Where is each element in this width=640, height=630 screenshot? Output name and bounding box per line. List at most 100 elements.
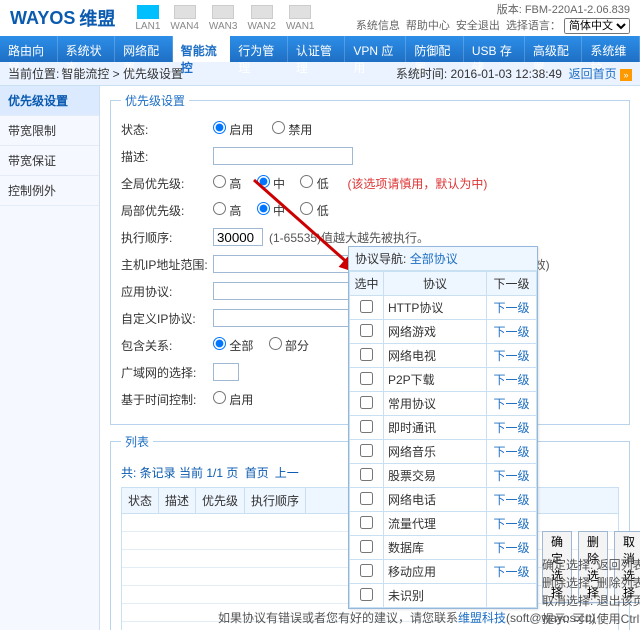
popup-next-link[interactable]: 下一级 xyxy=(493,349,529,363)
gpri-mid[interactable]: 中 xyxy=(257,175,285,192)
header-meta: 版本: FBM-220A1-2.06.839 系统信息帮助中心安全退出 选择语言… xyxy=(353,2,630,35)
popup-th-next: 下一级 xyxy=(487,272,537,296)
footer-note-line: 删除选择: 删除列表框选中内容。 xyxy=(542,574,640,592)
lpri-low[interactable]: 低 xyxy=(300,202,328,219)
popup-row-checkbox[interactable] xyxy=(360,372,373,385)
topbar: WAYOS 维盟 LAN1WAN4WAN3WAN2WAN1 版本: FBM-22… xyxy=(0,0,640,36)
sidebar-item[interactable]: 优先级设置 xyxy=(0,86,99,116)
state-enable-radio[interactable]: 启用 xyxy=(213,121,253,138)
nav-item[interactable]: 系统维护 xyxy=(582,36,640,62)
sidebar: 优先级设置带宽限制带宽保证控制例外 xyxy=(0,86,100,630)
lpri-hi[interactable]: 高 xyxy=(213,202,241,219)
popup-row-name: 移动应用 xyxy=(384,560,487,584)
back-home-link[interactable]: 返回首页 xyxy=(569,67,617,81)
header-link[interactable]: 帮助中心 xyxy=(406,20,450,32)
sidebar-item[interactable]: 控制例外 xyxy=(0,176,99,206)
wanroute-input[interactable] xyxy=(213,363,239,381)
rss-icon[interactable]: » xyxy=(620,69,632,81)
global-pri-label: 全局优先级: xyxy=(121,175,213,192)
popup-row-checkbox[interactable] xyxy=(360,396,373,409)
wanroute-label: 广域网的选择: xyxy=(121,364,213,381)
proto-input[interactable] xyxy=(213,282,353,300)
popup-row-name: 股票交易 xyxy=(384,464,487,488)
popup-next-link[interactable]: 下一级 xyxy=(493,565,529,579)
popup-next-link[interactable]: 下一级 xyxy=(493,325,529,339)
port-WAN4: WAN4 xyxy=(170,5,199,32)
popup-nav-link[interactable]: 全部协议 xyxy=(410,252,458,266)
settings-legend: 优先级设置 xyxy=(121,92,189,109)
popup-row-checkbox[interactable] xyxy=(360,324,373,337)
nav-item[interactable]: 智能流控 xyxy=(173,36,231,62)
nav-item[interactable]: 系统状态 xyxy=(58,36,116,62)
sidebar-item[interactable]: 带宽保证 xyxy=(0,146,99,176)
header-link[interactable]: 系统信息 xyxy=(356,20,400,32)
lpri-mid[interactable]: 中 xyxy=(257,202,285,219)
popup-row-checkbox[interactable] xyxy=(360,300,373,313)
popup-row: 股票交易下一级 xyxy=(350,464,537,488)
popup-row-checkbox[interactable] xyxy=(360,540,373,553)
popup-row-name: 流量代理 xyxy=(384,512,487,536)
popup-row: 网络游戏下一级 xyxy=(350,320,537,344)
popup-row-name: HTTP协议 xyxy=(384,296,487,320)
header-link[interactable]: 安全退出 xyxy=(456,20,500,32)
popup-row-checkbox[interactable] xyxy=(360,420,373,433)
popup-next-link[interactable]: 下一级 xyxy=(493,445,529,459)
pager-link[interactable]: 首页 xyxy=(245,466,269,480)
contain-part-radio[interactable]: 部分 xyxy=(269,337,309,354)
port-indicators: LAN1WAN4WAN3WAN2WAN1 xyxy=(135,5,314,32)
breadcrumb-bar: 当前位置: 智能流控 > 优先级设置 系统时间: 2016-01-03 12:3… xyxy=(0,62,640,86)
popup-row-checkbox[interactable] xyxy=(360,516,373,529)
popup-row-checkbox[interactable] xyxy=(360,468,373,481)
gpri-low[interactable]: 低 xyxy=(300,175,328,192)
popup-row-checkbox[interactable] xyxy=(360,348,373,361)
port-WAN3: WAN3 xyxy=(209,5,238,32)
nav-item[interactable]: 高级配置 xyxy=(525,36,583,62)
popup-next-link[interactable]: 下一级 xyxy=(493,421,529,435)
popup-row-checkbox[interactable] xyxy=(360,492,373,505)
nav-item[interactable]: 网络配置 xyxy=(115,36,173,62)
nav-item[interactable]: USB 存储 xyxy=(464,36,525,62)
popup-row-checkbox[interactable] xyxy=(360,588,373,601)
popup-next-link[interactable]: 下一级 xyxy=(493,541,529,555)
port-led-icon xyxy=(174,5,196,19)
popup-row-checkbox[interactable] xyxy=(360,564,373,577)
desc-label: 描述: xyxy=(121,148,213,165)
nav-item[interactable]: 路由向导 xyxy=(0,36,58,62)
sidebar-item[interactable]: 带宽限制 xyxy=(0,116,99,146)
popup-th-sel: 选中 xyxy=(350,272,384,296)
popup-next-link[interactable]: 下一级 xyxy=(493,469,529,483)
nav-item[interactable]: 认证管理 xyxy=(288,36,346,62)
exec-order-input[interactable] xyxy=(213,228,263,246)
port-WAN2: WAN2 xyxy=(247,5,276,32)
local-pri-label: 局部优先级: xyxy=(121,202,213,219)
pager-link[interactable]: 上一 xyxy=(275,466,299,480)
popup-next-link[interactable]: 下一级 xyxy=(493,397,529,411)
popup-row-checkbox[interactable] xyxy=(360,444,373,457)
popup-row: 未识别 xyxy=(350,584,537,608)
gpri-hi[interactable]: 高 xyxy=(213,175,241,192)
port-led-icon xyxy=(289,5,311,19)
nav-item[interactable]: 行为管理 xyxy=(230,36,288,62)
brand-en: WAYOS xyxy=(10,8,75,29)
popup-next-link[interactable]: 下一级 xyxy=(493,373,529,387)
state-disable-radio[interactable]: 禁用 xyxy=(272,121,312,138)
contact-line: 如果协议有错误或者您有好的建议，请您联系维盟科技(soft@wayos.cn) xyxy=(218,609,596,626)
version-value: FBM-220A1-2.06.839 xyxy=(525,4,630,16)
popup-nav-label: 协议导航: xyxy=(355,252,406,266)
pager-links: 首页上一 xyxy=(242,466,302,480)
popup-next-link[interactable]: 下一级 xyxy=(493,493,529,507)
popup-row-name: 网络游戏 xyxy=(384,320,487,344)
contain-all-radio[interactable]: 全部 xyxy=(213,337,253,354)
lang-select[interactable]: 简体中文 xyxy=(564,18,630,34)
nav-item[interactable]: VPN 应用 xyxy=(345,36,406,62)
timectrl-enable[interactable]: 启用 xyxy=(213,391,253,408)
desc-input[interactable] xyxy=(213,147,353,165)
header-links: 系统信息帮助中心安全退出 xyxy=(353,20,503,32)
popup-next-link[interactable]: 下一级 xyxy=(493,517,529,531)
iprange-input[interactable] xyxy=(213,255,353,273)
customip-input[interactable] xyxy=(213,309,353,327)
list-col-header: 描述 xyxy=(159,488,196,513)
contact-company[interactable]: 维盟科技 xyxy=(458,611,506,625)
nav-item[interactable]: 防御配置 xyxy=(406,36,464,62)
popup-next-link[interactable]: 下一级 xyxy=(493,301,529,315)
